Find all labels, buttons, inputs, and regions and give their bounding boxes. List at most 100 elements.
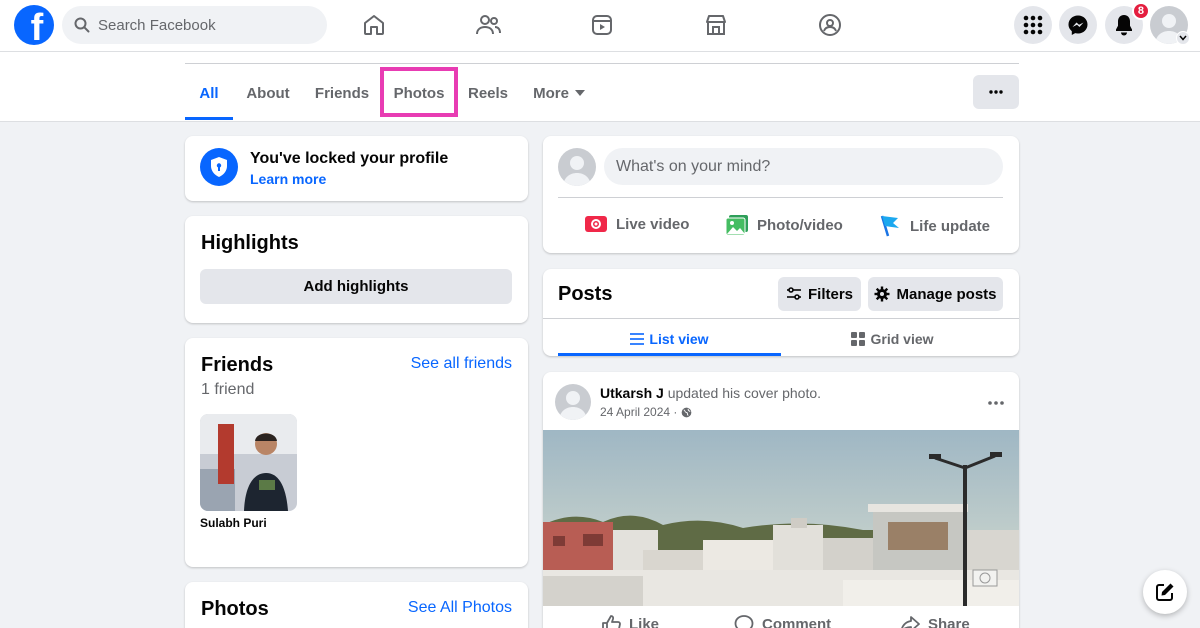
messenger-button[interactable] — [1059, 6, 1097, 44]
tab-all[interactable]: All — [185, 66, 233, 120]
action-label: Photo/video — [757, 216, 843, 234]
like-button[interactable]: Like — [601, 614, 659, 628]
friend-name[interactable]: Sulabh Puri — [200, 516, 267, 530]
action-label: Share — [928, 615, 970, 628]
friends-card: Friends See all friends 1 friend Sulabh … — [185, 338, 528, 567]
compose-icon — [1156, 583, 1174, 601]
chevron-down-icon[interactable] — [1176, 31, 1190, 45]
post-options-button[interactable] — [988, 392, 1004, 410]
post-action-text: updated his cover photo. — [667, 385, 822, 401]
thumbs-up-icon — [602, 615, 621, 628]
ellipsis-icon — [988, 401, 1004, 405]
live-video-button[interactable]: Live video — [584, 214, 689, 234]
active-tab-indicator — [185, 117, 233, 120]
list-view-tab[interactable]: List view — [558, 325, 781, 353]
profile-tabs-bar — [0, 52, 1200, 122]
whats-on-your-mind-input[interactable]: What's on your mind? — [604, 148, 1003, 185]
facebook-logo[interactable]: f — [14, 5, 54, 45]
button-label: Manage posts — [896, 285, 997, 303]
button-label: Filters — [807, 285, 853, 303]
new-message-button[interactable] — [1143, 570, 1187, 614]
divider — [558, 197, 1003, 198]
manage-posts-button[interactable]: Manage posts — [868, 277, 1003, 311]
post-meta: 24 April 2024 · — [600, 405, 692, 419]
locked-profile-card: You've locked your profile Learn more — [185, 136, 528, 201]
friend-count: 1 friend — [201, 381, 255, 398]
post-date[interactable]: 24 April 2024 · — [600, 405, 677, 419]
post-header-text: Utkarsh J updated his cover photo. — [600, 385, 821, 401]
tab-more[interactable]: More — [528, 66, 590, 120]
shield-lock-icon — [200, 148, 238, 186]
groups-icon[interactable] — [810, 6, 850, 44]
grid-icon — [1023, 15, 1043, 35]
life-update-button[interactable]: Life update — [878, 214, 990, 238]
tab-label: Friends — [314, 84, 370, 102]
tab-label: More — [533, 84, 569, 102]
photo-video-button[interactable]: Photo/video — [725, 214, 843, 236]
grid-view-icon — [851, 332, 866, 346]
more-options-button[interactable] — [973, 75, 1019, 109]
notification-badge: 8 — [1131, 2, 1150, 20]
action-label: Like — [629, 615, 660, 628]
top-navigation-bar: f 8 — [0, 0, 1200, 52]
posts-title: Posts — [558, 283, 613, 305]
search-bar[interactable] — [62, 6, 327, 44]
tab-friends[interactable]: Friends — [311, 66, 373, 120]
home-icon[interactable] — [354, 6, 394, 44]
friends-icon[interactable] — [468, 6, 508, 44]
tab-label: Grid view — [870, 331, 934, 347]
divider — [185, 63, 1019, 64]
search-input[interactable] — [98, 16, 298, 34]
posts-header-card: Posts Filters Manage posts List view Gri… — [543, 269, 1019, 356]
share-icon — [901, 616, 920, 628]
list-icon — [630, 333, 645, 345]
grid-view-tab[interactable]: Grid view — [781, 325, 1004, 353]
live-video-icon — [585, 216, 607, 232]
search-icon — [74, 17, 90, 33]
tab-reels[interactable]: Reels — [464, 66, 512, 120]
tab-label: List view — [649, 331, 709, 347]
menu-grid-button[interactable] — [1014, 6, 1052, 44]
input-placeholder: What's on your mind? — [616, 157, 771, 175]
add-highlights-button[interactable]: Add highlights — [200, 269, 512, 304]
see-all-photos-link[interactable]: See All Photos — [408, 599, 512, 617]
photos-card: Photos See All Photos — [185, 582, 528, 628]
divider — [543, 318, 1019, 319]
tab-label: About — [246, 84, 290, 102]
comment-icon — [734, 615, 754, 628]
flag-icon — [880, 215, 899, 237]
filters-icon — [786, 287, 801, 300]
tab-about[interactable]: About — [240, 66, 296, 120]
user-avatar[interactable] — [558, 148, 596, 186]
action-label: Comment — [762, 615, 832, 628]
globe-icon — [682, 407, 692, 417]
notifications-button[interactable]: 8 — [1105, 2, 1150, 44]
bell-icon — [1116, 15, 1132, 36]
reels-video-icon[interactable] — [582, 6, 622, 44]
highlights-card: Highlights Add highlights — [185, 216, 528, 323]
share-button[interactable]: Share — [900, 614, 970, 628]
caret-down-icon — [574, 90, 585, 96]
see-all-friends-link[interactable]: See all friends — [411, 355, 512, 373]
photos-title: Photos — [201, 598, 269, 620]
button-label: Add highlights — [303, 278, 409, 295]
tab-label: Reels — [467, 84, 509, 102]
author-avatar[interactable] — [555, 384, 591, 420]
ellipsis-icon — [989, 90, 1003, 94]
post-composer-card: What's on your mind? Live video Photo/vi… — [543, 136, 1019, 253]
locked-profile-title: You've locked your profile — [250, 150, 449, 167]
filters-button[interactable]: Filters — [778, 277, 861, 311]
active-view-indicator — [558, 353, 781, 356]
photos-tab-highlight — [380, 67, 458, 117]
action-label: Life update — [910, 217, 991, 235]
learn-more-link[interactable]: Learn more — [250, 171, 326, 187]
marketplace-icon[interactable] — [696, 6, 736, 44]
highlights-title: Highlights — [201, 232, 299, 254]
comment-button[interactable]: Comment — [734, 614, 831, 628]
friend-photo[interactable] — [200, 414, 297, 511]
tab-label: All — [199, 84, 219, 102]
photo-icon — [725, 215, 748, 236]
author-name[interactable]: Utkarsh J — [600, 385, 664, 401]
cover-photo[interactable] — [543, 430, 1019, 606]
friends-title: Friends — [201, 354, 274, 376]
